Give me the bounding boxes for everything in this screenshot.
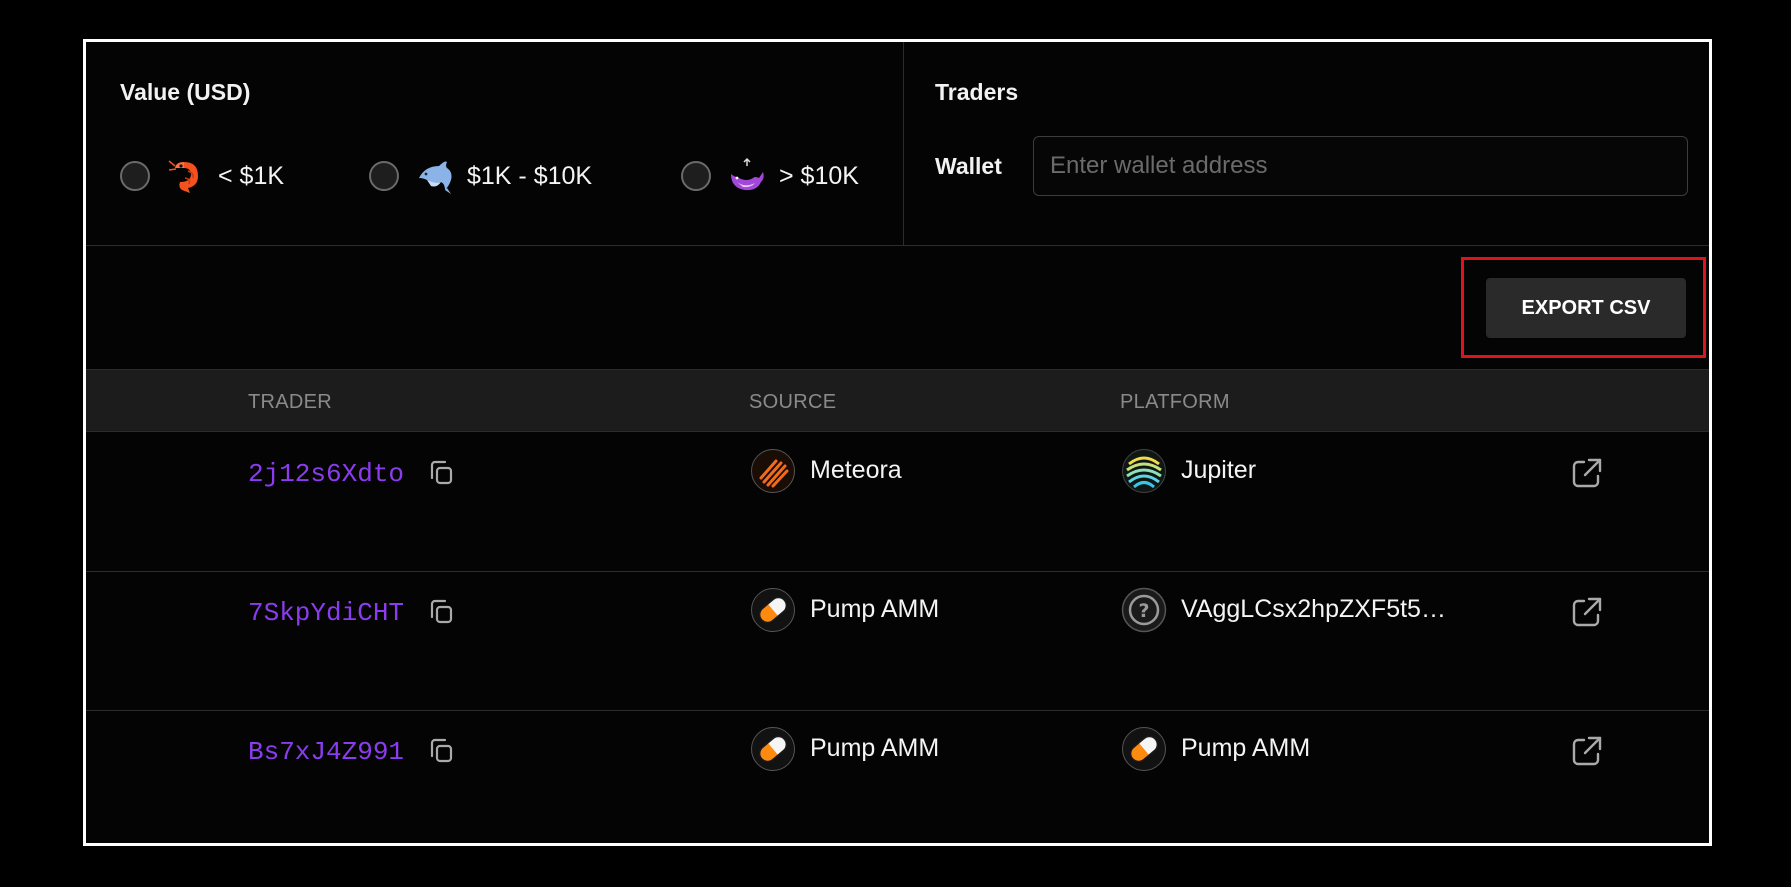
platform-name: VAggLCsx2hpZXF5t5…: [1181, 595, 1446, 623]
copy-icon[interactable]: [426, 597, 456, 627]
external-link-icon[interactable]: [1569, 733, 1605, 769]
jupiter-icon: [1121, 448, 1167, 494]
meteora-icon: [750, 448, 796, 494]
external-link-icon[interactable]: [1569, 594, 1605, 630]
radio-button[interactable]: [369, 161, 399, 191]
copy-icon[interactable]: [426, 458, 456, 488]
trades-panel: Value (USD) < $1K $1K - $10K > $10K Trad…: [83, 39, 1712, 846]
table-row: Bs7xJ4Z991 Pump AMM Pump AMM: [86, 711, 1709, 850]
traders-filter-title: Traders: [935, 79, 1019, 105]
copy-icon[interactable]: [426, 736, 456, 766]
table-row: 2j12s6Xdto Meteora Jupiter: [86, 433, 1709, 572]
trader-address-link[interactable]: 2j12s6Xdto: [248, 459, 404, 489]
radio-button[interactable]: [681, 161, 711, 191]
value-filter-section: Value (USD) < $1K $1K - $10K > $10K: [86, 42, 904, 246]
wallet-address-input[interactable]: [1033, 136, 1688, 196]
value-option-label: $1K - $10K: [467, 161, 593, 190]
pill-icon: [750, 726, 796, 772]
export-csv-button[interactable]: EXPORT CSV: [1486, 278, 1686, 338]
pill-icon: [1121, 726, 1167, 772]
value-filter-title: Value (USD): [120, 79, 251, 105]
value-option-label: < $1K: [218, 161, 285, 190]
trader-address-link[interactable]: Bs7xJ4Z991: [248, 737, 404, 767]
dolphin-icon: [419, 161, 452, 194]
column-header-platform: PLATFORM: [1120, 391, 1230, 413]
value-option-label: > $10K: [779, 161, 859, 190]
traders-filter-section: Traders Wallet: [904, 42, 1709, 246]
value-option-medium[interactable]: $1K - $10K: [369, 156, 592, 196]
table-header: TRADER SOURCE PLATFORM: [86, 369, 1709, 432]
value-option-small[interactable]: < $1K: [120, 156, 284, 196]
shrimp-icon: [168, 160, 198, 193]
filters-area: Value (USD) < $1K $1K - $10K > $10K Trad…: [86, 42, 1709, 246]
source-name: Meteora: [810, 456, 902, 484]
column-header-source: SOURCE: [749, 391, 837, 413]
trader-address-link[interactable]: 7SkpYdiCHT: [248, 598, 404, 628]
source-name: Pump AMM: [810, 734, 940, 762]
radio-button[interactable]: [120, 161, 150, 191]
unknown-icon: [1121, 587, 1167, 633]
platform-name: Jupiter: [1181, 456, 1257, 484]
wallet-label: Wallet: [935, 153, 1002, 179]
pill-icon: [750, 587, 796, 633]
platform-name: Pump AMM: [1181, 734, 1311, 762]
whale-icon: [731, 157, 764, 191]
column-header-trader: TRADER: [248, 391, 333, 413]
external-link-icon[interactable]: [1569, 455, 1605, 491]
value-option-large[interactable]: > $10K: [681, 156, 859, 196]
source-name: Pump AMM: [810, 595, 940, 623]
table-row: 7SkpYdiCHT Pump AMM VAggLCsx2hpZXF5t5…: [86, 572, 1709, 711]
